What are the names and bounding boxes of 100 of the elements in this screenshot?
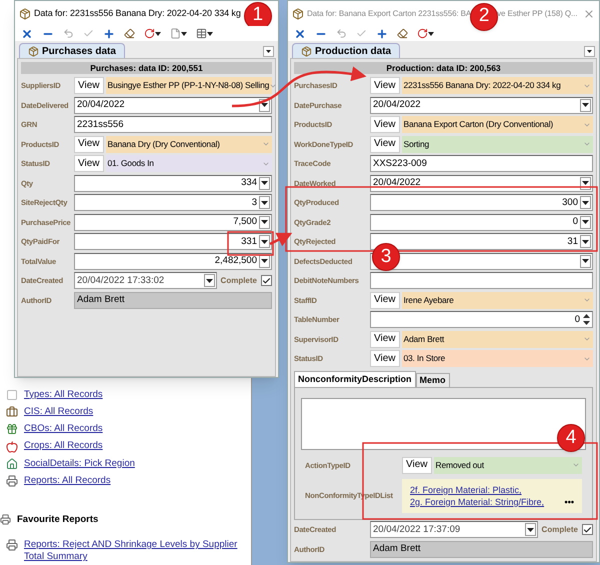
description-textarea[interactable]	[301, 398, 586, 450]
caret-icon	[181, 32, 187, 36]
grid-menu[interactable]	[196, 28, 213, 39]
number-field[interactable]: 0	[370, 214, 593, 231]
section-tab[interactable]: NonconformityDescription	[294, 370, 416, 386]
check-icon[interactable]	[83, 28, 94, 39]
window-title: Data for: Banana Export Carton 2231ss556: BA	[307, 8, 472, 20]
dropdown-button[interactable]	[584, 46, 595, 57]
combo-box[interactable]: Adam Brett	[402, 330, 593, 348]
dropdown-button[interactable]	[204, 274, 215, 288]
gift-icon	[6, 423, 18, 436]
briefcase-icon	[6, 406, 18, 418]
spin-arrows-icon[interactable]	[582, 313, 591, 326]
readonly-field: Adam Brett	[74, 292, 272, 309]
dropdown-button[interactable]	[259, 235, 270, 248]
house-icon	[6, 458, 18, 470]
caret-icon	[207, 32, 213, 36]
number-field[interactable]: 331	[74, 233, 272, 250]
text-field[interactable]: XXS223-009	[370, 155, 593, 172]
dropdown-button[interactable]	[259, 176, 270, 190]
date-field[interactable]: 20/04/2022	[370, 96, 593, 114]
plus-icon[interactable]	[103, 28, 115, 40]
dropdown-button[interactable]	[259, 216, 270, 229]
nonconformity-link[interactable]: 2g. Foreign Material: String/Fibre,	[410, 496, 544, 508]
caret-icon	[582, 181, 589, 186]
view-button[interactable]: View	[370, 350, 400, 368]
close-icon[interactable]	[583, 8, 595, 20]
eraser-icon[interactable]	[397, 28, 408, 39]
dropdown-button[interactable]	[580, 235, 591, 248]
number-field[interactable]: 2,482,500	[74, 252, 272, 270]
number-field[interactable]: 300	[370, 194, 593, 212]
combo-box[interactable]: Banana Export Carton (Dry Conventional)	[402, 116, 593, 134]
combo-box[interactable]: 01. Goods In	[106, 155, 272, 172]
number-field[interactable]: 334	[74, 174, 272, 192]
combo-box[interactable]: 2231ss556 Banana Dry: 2022-04-20 334 kg	[402, 77, 593, 94]
report-link[interactable]: Reports: Reject AND Shrinkage Levels by Supplier Total Summary	[24, 539, 241, 564]
caret-icon	[266, 50, 271, 53]
view-button[interactable]: View	[370, 330, 400, 348]
record-link[interactable]: Reports: All Records	[24, 474, 111, 488]
view-button[interactable]: View	[370, 116, 400, 134]
record-link[interactable]: SocialDetails: Pick Region	[24, 456, 135, 471]
view-button[interactable]: View	[74, 77, 104, 94]
caret-icon	[428, 32, 434, 36]
view-button[interactable]: View	[370, 136, 400, 153]
dropdown-button[interactable]	[263, 46, 274, 57]
readonly-field: Adam Brett	[370, 540, 593, 558]
checkbox-label: Complete	[542, 524, 578, 536]
checkbox-label: Complete	[220, 274, 257, 287]
eraser-icon[interactable]	[124, 28, 135, 39]
caret-icon	[582, 240, 589, 244]
box-icon	[301, 46, 312, 56]
dropdown-button[interactable]	[259, 196, 270, 210]
dropdown-button[interactable]	[580, 98, 591, 112]
text-field[interactable]: 2231ss556	[74, 116, 272, 134]
section-tab[interactable]: Memo	[416, 372, 450, 386]
number-field[interactable]: 7,500	[74, 214, 272, 231]
nonconformity-link[interactable]: 2f. Foreign Material: Plastic,	[410, 484, 522, 496]
tab-label: Production data	[315, 44, 392, 58]
refresh-menu[interactable]	[417, 28, 434, 39]
printer-icon	[0, 514, 11, 526]
dropdown-button[interactable]	[524, 523, 536, 536]
date-field[interactable]: 20/04/2022	[74, 96, 272, 114]
dropdown-button[interactable]	[580, 254, 591, 268]
caret-icon	[261, 259, 268, 264]
form-tab[interactable]: Production data	[292, 43, 400, 58]
combo-box[interactable]: 03. In Store	[402, 350, 593, 368]
date-field[interactable]: 20/04/2022 17:37:09	[370, 521, 538, 538]
dropdown-button[interactable]	[580, 196, 591, 210]
caret-icon	[582, 220, 589, 224]
dropdown-button[interactable]	[580, 216, 591, 229]
view-button[interactable]: View	[370, 292, 400, 309]
more-indicator[interactable]: •••	[564, 496, 574, 508]
record-link[interactable]: Types: All Records	[24, 388, 103, 402]
check-icon[interactable]	[356, 28, 367, 39]
section-header: Production: data ID: 200,563	[294, 62, 593, 74]
checkbox[interactable]	[261, 275, 272, 286]
spin-field[interactable]: 0	[370, 311, 593, 328]
view-button[interactable]: View	[402, 456, 432, 474]
refresh-menu[interactable]	[144, 28, 161, 39]
combo-box[interactable]: Irene Ayebare	[402, 292, 593, 309]
document-menu[interactable]	[170, 28, 187, 39]
record-link[interactable]: Crops: All Records	[24, 439, 103, 454]
date-field[interactable]: 20/04/2022 17:33:02	[74, 272, 217, 290]
view-button[interactable]: View	[370, 77, 400, 94]
caret-icon	[261, 103, 268, 108]
combo-box[interactable]: Sorting	[402, 136, 593, 153]
combo-box[interactable]: Banana Dry (Dry Conventional)	[106, 136, 272, 153]
number-field[interactable]: 3	[74, 194, 272, 212]
caret-icon	[155, 32, 161, 36]
delete-icon[interactable]	[21, 28, 33, 40]
text-field[interactable]	[370, 272, 593, 290]
view-button[interactable]: View	[74, 155, 104, 172]
record-link[interactable]: CBOs: All Records	[24, 422, 103, 436]
view-button[interactable]: View	[74, 136, 104, 153]
form-tab[interactable]: Purchases data	[19, 43, 125, 58]
combo-box[interactable]: Removed out	[434, 456, 582, 474]
checkbox[interactable]	[582, 524, 593, 536]
record-link[interactable]: CIS: All Records	[24, 404, 94, 420]
delete-icon[interactable]	[294, 28, 306, 40]
plus-icon[interactable]	[376, 28, 388, 40]
